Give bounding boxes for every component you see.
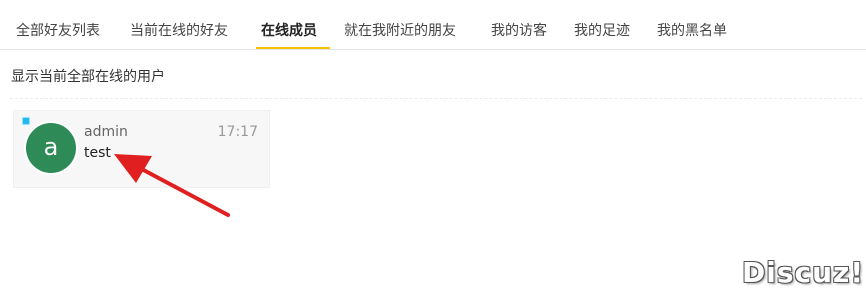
member-status-text: test bbox=[84, 145, 111, 161]
red-arrow-annotation-icon bbox=[114, 154, 230, 217]
tab-online-friends[interactable]: 当前在线的好友 bbox=[130, 20, 228, 42]
member-online-time: 17:17 bbox=[217, 124, 258, 140]
section-description: 显示当前全部在线的用户 bbox=[11, 69, 165, 85]
tab-my-visitors[interactable]: 我的访客 bbox=[491, 20, 547, 42]
member-username[interactable]: admin bbox=[84, 123, 128, 141]
discuz-watermark-logo: Discuz! bbox=[742, 256, 865, 289]
tab-my-blacklist[interactable]: 我的黑名单 bbox=[657, 20, 727, 42]
divider bbox=[10, 98, 862, 99]
tab-nearby-friends[interactable]: 就在我附近的朋友 bbox=[344, 20, 456, 42]
active-tab-indicator bbox=[256, 47, 330, 49]
avatar[interactable]: a bbox=[26, 123, 76, 173]
tab-bar: 全部好友列表 当前在线的好友 在线成员 就在我附近的朋友 我的访客 我的足迹 我… bbox=[0, 0, 866, 50]
tab-online-members[interactable]: 在线成员 bbox=[261, 20, 317, 42]
tab-all-friends[interactable]: 全部好友列表 bbox=[16, 20, 100, 42]
online-status-icon bbox=[22, 117, 30, 125]
tab-my-footprints[interactable]: 我的足迹 bbox=[574, 20, 630, 42]
online-members-page: 全部好友列表 当前在线的好友 在线成员 就在我附近的朋友 我的访客 我的足迹 我… bbox=[0, 0, 866, 299]
